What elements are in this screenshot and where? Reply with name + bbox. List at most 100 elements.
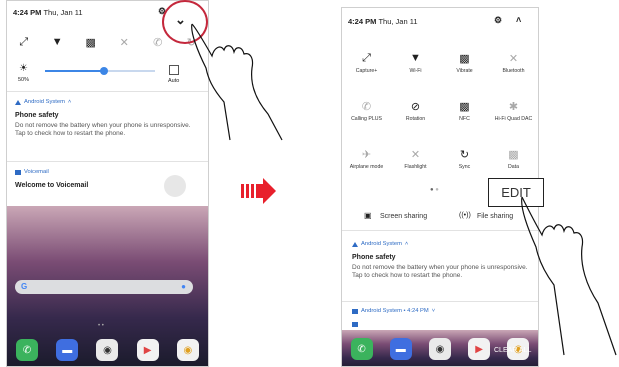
tile-rotation[interactable]: ⊘ Rotation	[393, 99, 439, 129]
airplane-icon: ✈	[361, 148, 372, 161]
tile-nfc[interactable]: ▩ NFC	[442, 99, 488, 129]
page-indicator: ● ●	[430, 187, 439, 193]
bluetooth-icon[interactable]: ✕	[114, 35, 134, 49]
data-icon: ▩	[508, 148, 519, 161]
phone-app-icon[interactable]: ✆	[16, 339, 39, 361]
tile-label: Bluetooth	[502, 68, 525, 74]
vibrate-icon: ▩	[459, 52, 470, 65]
tile-wifi[interactable]: ▼ Wi-Fi	[393, 51, 439, 81]
notification-title[interactable]: Phone safety	[15, 112, 59, 119]
notification-icon	[352, 308, 358, 314]
chevron-up-icon[interactable]: ˄	[68, 99, 71, 105]
settings-icon[interactable]: ⚙	[494, 15, 502, 26]
left-phone-screen: 4:24 PM Thu, Jan 11 ⚙ ⤢ ▼ ▩ ✕ ✆ ↻ ☀ 50% …	[6, 0, 209, 367]
tile-flashlight[interactable]: ✕ Flashlight	[393, 147, 439, 177]
notification-app-name: Android System	[361, 241, 402, 247]
tile-label: Vibrate	[456, 68, 473, 74]
brightness-slider-thumb[interactable]	[100, 67, 108, 75]
calling-plus-icon: ✆	[361, 100, 372, 113]
warning-icon	[15, 99, 21, 105]
tile-label: Capture+	[355, 68, 378, 74]
quick-settings-grid-row2: ✆ Calling PLUS ⊘ Rotation ▩ NFC ✱ Hi-Fi Quad…	[342, 99, 538, 129]
tile-label: Rotation	[405, 116, 426, 122]
status-date: Thu, Jan 11	[43, 8, 83, 17]
capture-icon[interactable]: ⤢	[14, 35, 34, 49]
chevron-up-icon[interactable]: ˄	[405, 241, 408, 247]
notification-body[interactable]: Do not remove the battery when your phon…	[15, 122, 197, 139]
nfc-icon: ▩	[459, 100, 470, 113]
tile-sync[interactable]: ↻ Sync	[442, 147, 488, 177]
tile-data[interactable]: ▩ Data	[491, 147, 537, 177]
tile-label: Wi-Fi	[409, 68, 422, 74]
divider	[342, 230, 538, 231]
screen-sharing-button[interactable]: Screen sharing	[380, 213, 427, 220]
tile-calling-plus[interactable]: ✆ Calling PLUS	[344, 99, 390, 129]
wifi-icon: ▼	[410, 52, 421, 64]
brightness-value: 50%	[18, 77, 30, 83]
voicemail-title[interactable]: Welcome to Voicemail	[15, 182, 88, 189]
brightness-slider[interactable]	[45, 67, 155, 75]
tile-label: Airplane mode	[349, 164, 384, 170]
tile-label: Calling PLUS	[351, 116, 382, 122]
sync-icon: ↻	[459, 148, 470, 161]
bluetooth-icon: ✕	[508, 52, 519, 65]
clear-all-button[interactable]: CLEAR ALL	[494, 347, 531, 354]
status-time: 4:24 PM	[13, 8, 42, 17]
tile-vibrate[interactable]: ▩ Vibrate	[442, 51, 488, 81]
chevron-down-icon[interactable]: ⌄	[175, 12, 186, 28]
tile-bluetooth[interactable]: ✕ Bluetooth	[491, 51, 537, 81]
quick-settings-grid-row3: ✈ Airplane mode ✕ Flashlight ↻ Sync ▩ Data	[342, 147, 538, 177]
google-icon: G	[21, 282, 28, 291]
tile-airplane-mode[interactable]: ✈ Airplane mode	[344, 147, 390, 177]
divider	[7, 91, 208, 92]
warning-icon	[352, 241, 358, 247]
avatar	[164, 175, 186, 197]
play-store-icon[interactable]: ▶	[136, 339, 159, 361]
wifi-icon[interactable]: ▼	[47, 35, 67, 49]
status-date: Thu, Jan 11	[378, 17, 418, 26]
capture-icon: ⤢	[362, 51, 371, 64]
mic-icon[interactable]: ●	[181, 282, 186, 291]
flashlight-icon: ✕	[410, 148, 421, 161]
voicemail-icon	[15, 169, 21, 175]
tile-capture-plus[interactable]: ⤢ Capture+	[344, 51, 390, 81]
page-indicator: • •	[98, 323, 104, 329]
notification-app-name: Android System • 4:24 PM	[361, 308, 429, 314]
camera-app-icon[interactable]: ◉	[428, 338, 451, 360]
auto-brightness-checkbox[interactable]	[169, 65, 179, 75]
arrow-right-icon	[241, 178, 276, 204]
divider	[7, 161, 208, 162]
calling-plus-icon[interactable]: ✆	[148, 35, 168, 49]
notification-app-header: Android System ˄	[15, 99, 71, 105]
camera-app-icon[interactable]: ◉	[96, 339, 119, 361]
rotation-icon: ⊘	[410, 100, 421, 113]
app-dock: ✆ ▬ ◉ ▶ ◉	[7, 339, 208, 361]
file-sharing-button[interactable]: File sharing	[477, 213, 513, 220]
notification-body[interactable]: Do not remove the battery when your phon…	[352, 264, 532, 281]
dac-icon: ✱	[508, 100, 519, 113]
notification-app-header-2: Android System • 4:24 PM ˅	[352, 308, 435, 314]
tile-label: Data	[508, 164, 519, 170]
brightness-icon: ☀	[19, 63, 28, 74]
chevron-down-icon[interactable]: ˅	[432, 308, 435, 314]
tile-label: NFC	[459, 116, 470, 122]
messaging-app-icon[interactable]: ▬	[56, 339, 79, 361]
play-store-icon[interactable]: ▶	[468, 338, 491, 360]
notification-icon	[352, 322, 358, 327]
notification-title[interactable]: Phone safety	[352, 254, 396, 261]
auto-brightness-label: Auto	[168, 78, 180, 84]
quick-settings-grid-row1: ⤢ Capture+ ▼ Wi-Fi ▩ Vibrate ✕ Bluetooth	[342, 51, 538, 81]
brightness-slider-fill	[45, 70, 103, 72]
vibrate-icon[interactable]: ▩	[81, 35, 101, 49]
tile-label: Sync	[458, 164, 471, 170]
google-search-bar[interactable]: G ●	[15, 280, 193, 294]
phone-app-icon[interactable]: ✆	[350, 338, 373, 360]
chrome-icon[interactable]: ◉	[176, 339, 199, 361]
edit-button[interactable]: EDIT	[488, 178, 544, 207]
chevron-up-icon[interactable]: ˄	[516, 15, 521, 25]
messaging-app-icon[interactable]: ▬	[389, 338, 412, 360]
notification-app-header: Android System ˄	[352, 241, 408, 247]
tile-hifi-quad-dac[interactable]: ✱ Hi-Fi Quad DAC	[491, 99, 537, 129]
voicemail-app-header: Voicemail	[15, 169, 49, 175]
tile-label: Flashlight	[404, 164, 427, 170]
